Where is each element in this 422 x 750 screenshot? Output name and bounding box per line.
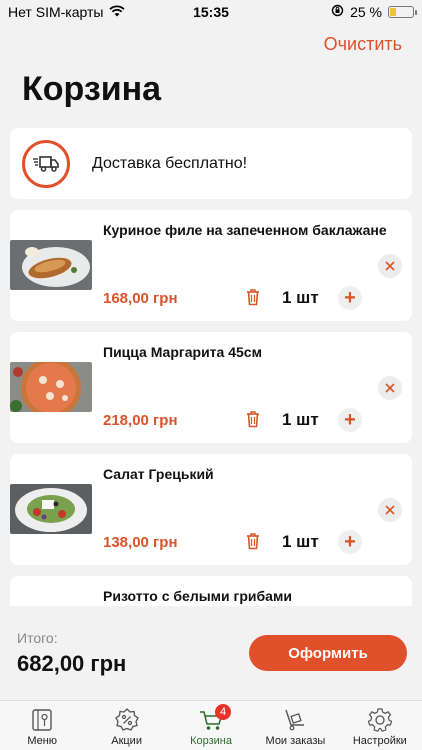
item-name: Пицца Маргарита 45см [103,344,262,360]
trash-icon[interactable] [242,408,264,430]
trash-icon[interactable] [242,530,264,552]
menu-book-icon [28,707,56,733]
orders-trolley-icon [281,707,309,733]
tab-label: Меню [27,735,58,747]
close-icon [385,383,395,393]
remove-item-button[interactable] [378,254,402,278]
total-value: 682,00 грн [17,651,127,676]
item-image [10,240,92,290]
delivery-text: Доставка бесплатно! [92,154,248,172]
item-image [10,484,92,534]
cart-item: Ризотто с белыми грибами [10,576,412,606]
tab-my-orders[interactable]: Мои заказы [253,701,337,750]
item-name: Ризотто с белыми грибами [103,588,292,604]
clear-cart-button[interactable]: Очистить [324,34,402,55]
battery-percent: 25 % [350,4,382,20]
battery-level [390,8,396,16]
tab-label: Настройки [352,735,407,747]
delivery-banner: Доставка бесплатно! [10,128,412,199]
increase-quantity-button[interactable]: + [338,530,362,554]
delivery-truck-icon [22,139,70,188]
tab-bar: Меню Акции 4 Корзина Мои заказы Настройк… [0,700,422,750]
carrier-label: Нет SIM-карты [8,4,104,20]
status-bar: Нет SIM-карты 15:35 25 % [0,0,422,24]
status-left: Нет SIM-карты [8,4,126,20]
page-title: Корзина [22,70,162,108]
remove-item-button[interactable] [378,376,402,400]
remove-item-button[interactable] [378,498,402,522]
cart-list[interactable]: Доставка бесплатно! Куриное филе на запе… [10,128,412,606]
item-name: Куриное филе на запеченном баклажане [103,222,387,238]
orientation-lock-icon [331,4,344,20]
item-image [10,362,92,412]
close-icon [385,505,395,515]
discount-icon [113,707,141,733]
item-quantity: 1 шт [282,288,319,307]
item-price: 218,00 грн [103,412,178,429]
cart-item: Салат Грецький 138,00 грн 1 шт + [10,454,412,565]
item-price: 138,00 грн [103,534,178,551]
tab-settings[interactable]: Настройки [338,701,422,750]
close-icon [385,261,395,271]
tab-promotions[interactable]: Акции [84,701,168,750]
total-label: Итого: [17,630,58,646]
cart-item: Пицца Маргарита 45см 218,00 грн 1 шт + [10,332,412,443]
increase-quantity-button[interactable]: + [338,408,362,432]
tab-label: Мои заказы [265,735,326,747]
tab-label: Акции [111,735,142,747]
order-summary: Итого: 682,00 грн Оформить [0,606,422,700]
tab-label: Корзина [190,735,232,747]
checkout-button[interactable]: Оформить [249,635,407,671]
gear-icon [366,707,394,733]
increase-quantity-button[interactable]: + [338,286,362,310]
battery-icon [388,6,417,18]
cart-count-badge: 4 [215,704,232,720]
wifi-icon [109,4,126,20]
trash-icon[interactable] [242,286,264,308]
tab-cart[interactable]: 4 Корзина [169,701,253,750]
status-right: 25 % [331,4,417,20]
item-price: 168,00 грн [103,290,178,307]
item-quantity: 1 шт [282,532,319,551]
tab-menu[interactable]: Меню [0,701,84,750]
item-quantity: 1 шт [282,410,319,429]
cart-item: Куриное филе на запеченном баклажане 168… [10,210,412,321]
item-name: Салат Грецький [103,466,214,482]
